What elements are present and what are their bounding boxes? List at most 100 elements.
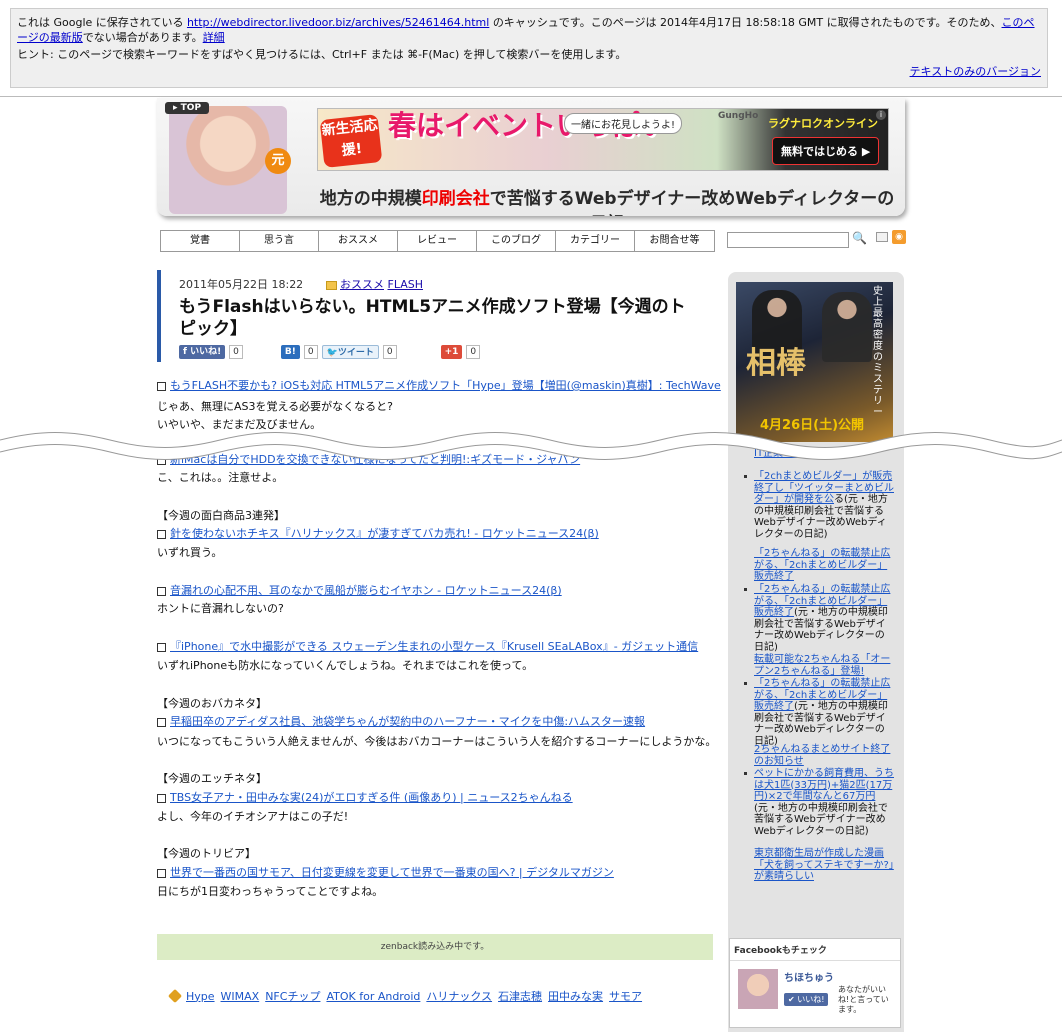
facebook-like-button[interactable]: f いいね!: [179, 345, 226, 359]
top-tag[interactable]: ▸ TOP: [165, 102, 210, 114]
tag-list: Hype WIMAX NFCチップ ATOK for Android ハリナック…: [167, 988, 642, 1004]
sidebar-link[interactable]: 2ちゃんねるまとめサイト終了のお知らせ: [754, 744, 894, 767]
like-count: 0: [229, 345, 243, 359]
facebook-like-status: あなたがいいね!と言っています。: [838, 985, 889, 1014]
actor-figure: [822, 292, 872, 362]
tag-link[interactable]: NFCチップ: [265, 988, 320, 1004]
section-heading: 【今週のトリビア】: [157, 847, 256, 860]
tag-link[interactable]: Hype: [186, 990, 215, 1003]
post-text: じゃあ、無理にAS3を覚える必要がなくなると?: [157, 400, 394, 413]
article-link[interactable]: 『iPhone』で水中撮影ができる スウェーデン生まれの小型ケース『Krusel…: [170, 640, 698, 653]
facebook-icon: f: [183, 347, 191, 357]
sidebar-link[interactable]: 「2ちゃんねる」の転載禁止広がる、「2chまとめビルダー」販売終了: [754, 548, 894, 583]
tweet-label: ツイート: [337, 348, 374, 358]
site-title-highlight: 印刷会社: [421, 189, 490, 209]
list-item: 『iPhone』で水中撮影ができる スウェーデン生まれの小型ケース『Krusel…: [157, 637, 698, 656]
rss-icon[interactable]: ◉: [892, 230, 906, 244]
top-tag-label: TOP: [180, 103, 202, 113]
top-arrow-icon: ▸: [173, 103, 181, 113]
tweet-button[interactable]: 🐦ツイート: [321, 345, 379, 359]
tag-link[interactable]: サモア: [609, 988, 642, 1004]
advertisement-banner[interactable]: 新生活応援! 春はイベントいっぱい 一緒にお花見しようよ! GungHo ラグナ…: [317, 108, 889, 171]
category-link-recommend[interactable]: おススメ: [340, 278, 384, 291]
list-item: 早稲田卒のアディダス社員、池袋学ちゃんが契約中のハーフナー・マイクを中傷:ハムス…: [157, 712, 645, 731]
facebook-like-button[interactable]: ✔ いいね!: [784, 993, 829, 1006]
global-nav: 覚書 思う言 おススメ レビュー このブログ カテゴリー お問合せ等: [160, 230, 715, 252]
ad-info-icon[interactable]: i: [876, 110, 886, 120]
article-link[interactable]: TBS女子アナ・田中みな実(24)がエロすぎる件 (画像あり) | ニュース2ち…: [170, 791, 573, 804]
checkbox-icon: [157, 793, 166, 803]
list-item: 2ちゃんねるまとめサイト終了のお知らせ: [744, 744, 894, 767]
nav-item-about-blog[interactable]: このブログ: [477, 231, 556, 251]
bullet-icon: [744, 475, 747, 478]
post-categories: おススメ FLASH: [326, 276, 423, 292]
tag-link[interactable]: 石津志穂: [498, 988, 542, 1004]
google-plus-button[interactable]: +1: [440, 345, 463, 359]
avatar[interactable]: [738, 969, 778, 1009]
section-heading: 【今週のおバカネタ】: [157, 697, 267, 710]
movie-tagline: 史上最高密度のミステリー: [873, 286, 883, 418]
post-text: こ、これは。。注意せよ。: [157, 471, 284, 484]
site-title-post: で苦悩するWebデザイナー改めWebディレクターの日記: [489, 189, 895, 216]
list-item: 音漏れの心配不用、耳のなかで風船が膨らむイヤホン - ロケットニュース24(β): [157, 581, 562, 600]
cached-url-link[interactable]: http://webdirector.livedoor.biz/archives…: [187, 16, 489, 29]
checkbox-icon: [157, 381, 166, 391]
checkbox-icon: [157, 642, 166, 652]
post-date: 2011年05月22日 18:22: [179, 278, 304, 291]
gplus-count: 0: [466, 345, 481, 359]
details-link[interactable]: 詳細: [203, 31, 225, 44]
cache-notice-bar: これは Google に保存されている http://webdirector.l…: [10, 8, 1048, 88]
list-item: 「2chまとめビルダー」が販売終了し「ツイッターまとめビルダー」が開発を公る(元…: [744, 471, 894, 540]
nav-item-recommend[interactable]: おススメ: [319, 231, 398, 251]
nav-item-category[interactable]: カテゴリー: [556, 231, 635, 251]
list-item: 「2ちゃんねる」の転載禁止広がる、「2chまとめビルダー」販売終了(元・地方の中…: [744, 678, 894, 747]
sidebar-link[interactable]: 東京都衛生局が作成した漫画「犬を飼ってステキですーか?」が素晴らしい: [754, 848, 894, 883]
text-only-version-link[interactable]: テキストのみのバージョン: [910, 64, 1041, 79]
section-heading: 【今週の面白商品3連発】: [157, 509, 285, 522]
facebook-widget: Facebookもチェック ちほちゅう ✔ いいね! あなたがいいね!と言ってい…: [729, 938, 901, 1028]
article-link[interactable]: 針を使わないホチキス『ハリナックス』が凄すぎてバカ売れ! - ロケットニュース2…: [170, 527, 599, 540]
article-link[interactable]: 音漏れの心配不用、耳のなかで風船が膨らむイヤホン - ロケットニュース24(β): [170, 584, 562, 597]
sidebar: 相棒 史上最高密度のミステリー 4月26日(土)公開 IT企業「こうかいい 「2…: [728, 272, 904, 1032]
ad-cta-label: 無料ではじめる: [781, 145, 858, 158]
post-text: 日にちが1日変わっちゃうってことですよね。: [157, 885, 384, 898]
site-header-banner[interactable]: ▸ TOP 元 新生活応援! 春はイベントいっぱい 一緒にお花見しようよ! Gu…: [157, 98, 905, 216]
nav-item-contact[interactable]: お問合せ等: [635, 231, 714, 251]
tag-link[interactable]: 田中みな実: [548, 988, 603, 1004]
sidebar-link[interactable]: ペットにかかる飼育費用、うちは犬1匹(33万円)+猫2匹(17万円)×2で年間な…: [754, 768, 894, 802]
article-link[interactable]: 早稲田卒のアディダス社員、池袋学ちゃんが契約中のハーフナー・マイクを中傷:ハムス…: [170, 715, 645, 728]
tag-link[interactable]: ハリナックス: [426, 988, 492, 1004]
play-icon: ▶: [861, 145, 871, 158]
facebook-page-name[interactable]: ちほちゅう: [784, 969, 834, 984]
fb-like-label: いいね!: [797, 995, 825, 1004]
search-icon[interactable]: 🔍: [852, 231, 867, 245]
section-heading: 【今週のエッチネタ】: [157, 772, 267, 785]
mail-icon[interactable]: [876, 232, 888, 242]
search-input[interactable]: [727, 232, 849, 248]
post-text: ホントに音漏れしないの?: [157, 602, 284, 615]
article-link[interactable]: もうFLASH不要かも? iOSも対応 HTML5アニメ作成ソフト「Hype」登…: [170, 379, 721, 392]
nav-item-thoughts[interactable]: 思う言: [240, 231, 319, 251]
tag-link[interactable]: WIMAX: [221, 990, 260, 1003]
cache-notice-line: これは Google に保存されている http://webdirector.l…: [17, 15, 1041, 45]
site-title[interactable]: 地方の中規模印刷会社で苦悩するWebデザイナー改めWebディレクターの日記: [317, 184, 897, 216]
category-link-flash[interactable]: FLASH: [388, 278, 424, 291]
ad-cta-button[interactable]: 無料ではじめる ▶: [772, 137, 880, 165]
list-item: 東京都衛生局が作成した漫画「犬を飼ってステキですーか?」が素晴らしい: [744, 848, 894, 883]
article: 2011年05月22日 18:22 おススメ FLASH もうFlashはいらな…: [157, 270, 721, 898]
cache-text: これは Google に保存されている: [17, 16, 184, 29]
post-text: いずれiPhoneも防水になっていくんでしょうね。それまではこれを使って。: [157, 659, 534, 672]
social-buttons: f いいね! 0 B! 0 🐦ツイート 0 +1 0: [179, 345, 481, 359]
tag-link[interactable]: ATOK for Android: [326, 990, 420, 1003]
movie-ad-image[interactable]: 相棒 史上最高密度のミステリー 4月26日(土)公開: [736, 282, 893, 442]
bullet-icon: [744, 682, 747, 685]
nav-item-memo[interactable]: 覚書: [161, 231, 240, 251]
nav-item-review[interactable]: レビュー: [398, 231, 477, 251]
sidebar-link[interactable]: 転載可能な2ちゃんねる「オープン2ちゃんねる」登場!: [754, 654, 894, 677]
article-link[interactable]: 世界で一番西の国サモア、日付変更線を変更して世界で一番東の国へ? | デジタルマ…: [170, 866, 614, 879]
bullet-icon: [744, 772, 747, 775]
post-text: いずれ買う。: [157, 546, 223, 559]
list-item: 転載可能な2ちゃんねる「オープン2ちゃんねる」登場!: [744, 654, 894, 677]
hatena-bookmark-button[interactable]: B!: [280, 345, 300, 359]
ad-speech-bubble: 一緒にお花見しようよ!: [564, 113, 683, 134]
